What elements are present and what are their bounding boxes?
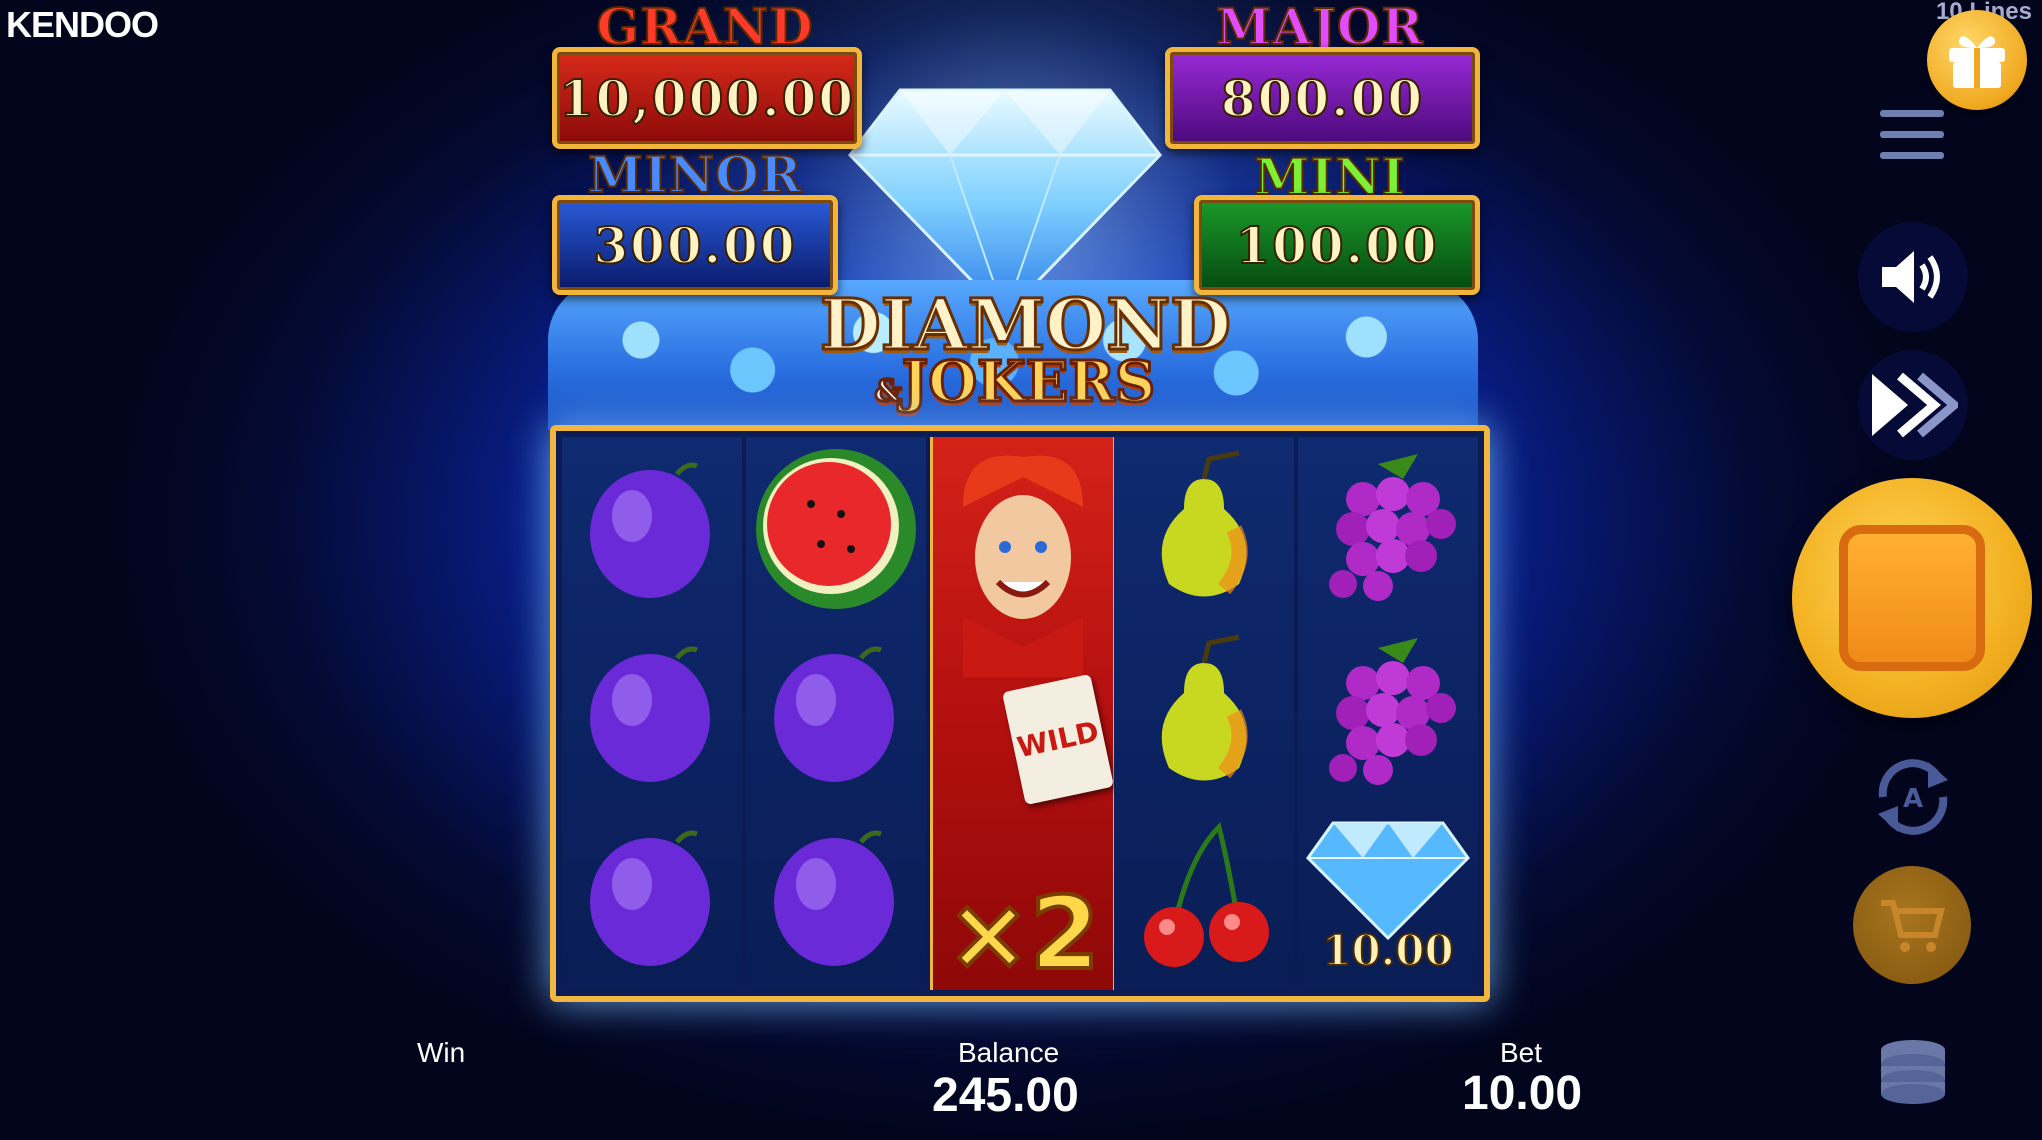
logo-line2: &JOKERS xyxy=(820,353,1210,412)
plum-icon xyxy=(746,621,926,805)
mini-value: 100.00 xyxy=(1234,215,1439,276)
sound-icon xyxy=(1882,251,1940,303)
joker-wild-icon: WILD ×2 xyxy=(930,437,1116,990)
bet-value[interactable]: 10.00 xyxy=(1462,1066,1582,1121)
plum-icon xyxy=(562,437,742,621)
watermelon-icon xyxy=(746,437,926,621)
logo-amp: & xyxy=(873,374,903,409)
game-logo: DIAMOND &JOKERS xyxy=(819,288,1233,412)
turbo-icon xyxy=(1872,372,1958,438)
diamond-value: 10.00 xyxy=(1321,925,1455,976)
logo-line2-text: JOKERS xyxy=(900,349,1157,415)
bet-label: Bet xyxy=(1500,1037,1543,1068)
cart-icon xyxy=(1881,900,1945,952)
reel-5: 10.00 xyxy=(1298,437,1478,990)
grapes-icon xyxy=(1298,437,1478,621)
menu-icon xyxy=(1880,110,1944,159)
pear-icon xyxy=(1114,437,1294,621)
joker-face-icon xyxy=(963,455,1083,677)
reel-1 xyxy=(562,437,742,990)
grand-value: 10,000.00 xyxy=(558,68,856,129)
wild-multiplier: ×2 xyxy=(944,875,1101,992)
autoplay-icon: A xyxy=(1878,759,1948,835)
sound-button[interactable] xyxy=(1858,222,1968,332)
grand-title: GRAND xyxy=(595,0,814,56)
minor-value: 300.00 xyxy=(592,215,797,276)
plum-icon xyxy=(562,805,742,989)
brand-logo: KENDOO xyxy=(6,4,159,45)
win-label: Win xyxy=(417,1037,466,1068)
reel-2 xyxy=(746,437,926,990)
spin-button[interactable] xyxy=(1792,478,2032,718)
svg-text:A: A xyxy=(1903,784,1923,814)
wild-card-text: WILD xyxy=(1014,714,1102,765)
balance-label: Balance xyxy=(958,1037,1060,1068)
balance-value: 245.00 xyxy=(932,1069,1079,1122)
pear-icon xyxy=(1114,621,1294,805)
coins-icon xyxy=(1881,1040,1945,1104)
major-jackpot-box: 800.00 xyxy=(1165,47,1480,149)
major-title: MAJOR xyxy=(1215,0,1424,56)
buy-feature-button[interactable] xyxy=(1853,866,1971,984)
reels-frame: WILD ×2 10.00 xyxy=(550,425,1490,1002)
gift-icon xyxy=(1949,36,2005,88)
menu-button[interactable] xyxy=(1880,110,1944,176)
minor-title: MINOR xyxy=(587,145,803,204)
reel-4 xyxy=(1114,437,1294,990)
mini-jackpot-box: 100.00 xyxy=(1194,195,1480,295)
coins-button[interactable] xyxy=(1878,1036,1948,1106)
minor-jackpot-box: 300.00 xyxy=(552,195,838,295)
cherries-icon xyxy=(1114,805,1294,989)
stop-spin-icon xyxy=(1839,525,1985,671)
grapes-icon xyxy=(1298,621,1478,805)
plum-icon xyxy=(562,621,742,805)
diamond-icon: 10.00 xyxy=(1298,805,1478,989)
gift-button[interactable] xyxy=(1927,10,2027,110)
major-value: 800.00 xyxy=(1220,68,1425,129)
grand-jackpot-box: 10,000.00 xyxy=(552,47,862,149)
wild-card: WILD xyxy=(1002,673,1114,806)
turbo-button[interactable] xyxy=(1858,350,1968,460)
autoplay-button[interactable]: A xyxy=(1868,752,1958,842)
plum-icon xyxy=(746,805,926,989)
